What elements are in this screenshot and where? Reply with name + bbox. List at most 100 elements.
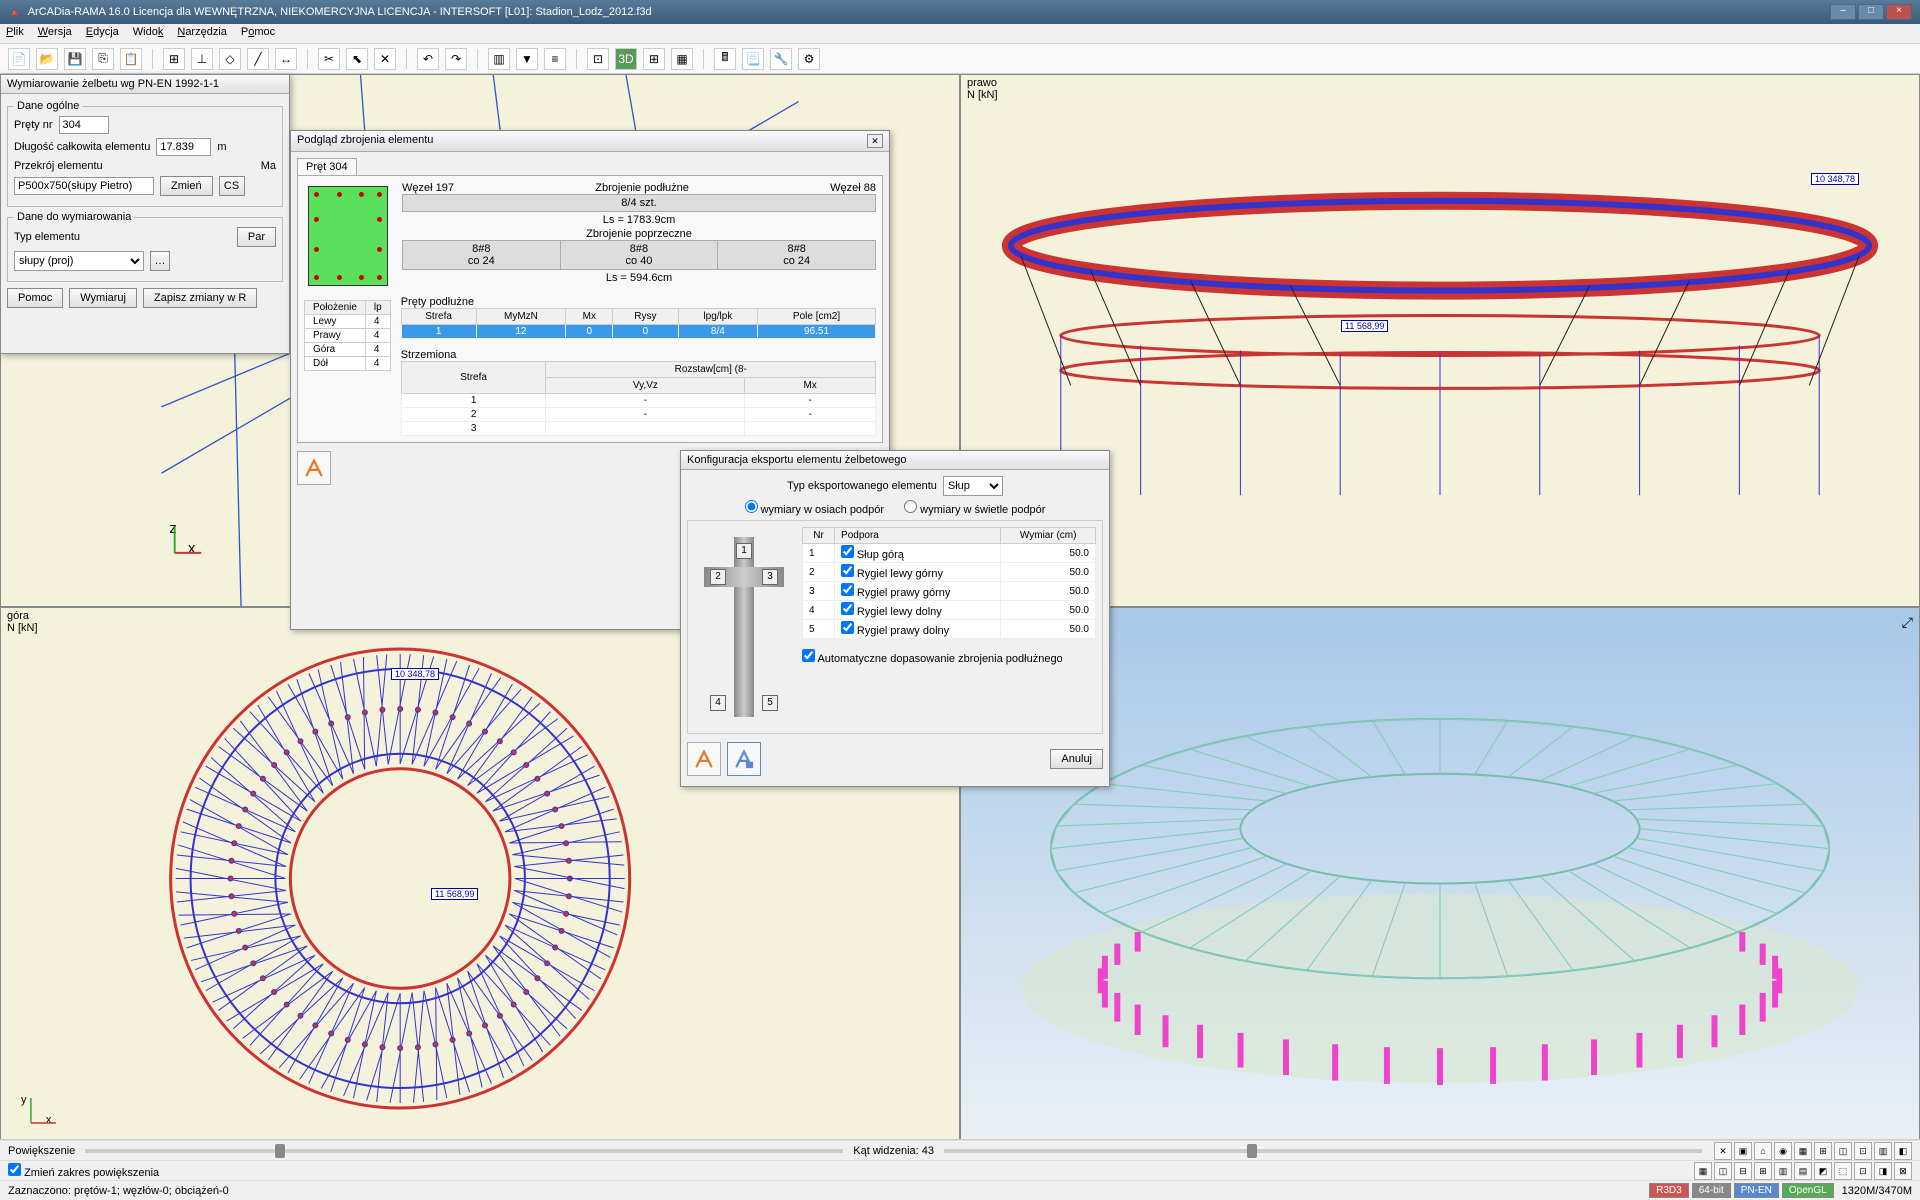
3d-icon[interactable]: 3D — [615, 48, 637, 70]
grid-icon[interactable]: ⊞ — [163, 48, 185, 70]
mb9[interactable]: ▥ — [1874, 1142, 1892, 1160]
menu-narzedzia[interactable]: Narzędzia — [177, 26, 227, 41]
radio-osiach[interactable]: wymiary w osiach podpór — [745, 500, 885, 516]
sb3[interactable]: ⊟ — [1734, 1162, 1752, 1180]
mb1[interactable]: ✕ — [1714, 1142, 1732, 1160]
menu-widok[interactable]: Widok — [133, 26, 164, 41]
minimize-button[interactable]: – — [1830, 4, 1856, 20]
delete-icon[interactable]: ✕ — [374, 48, 396, 70]
angle-slider[interactable] — [944, 1149, 1702, 1153]
przekroj-field[interactable] — [14, 177, 154, 195]
badge-opengl: OpenGL — [1782, 1183, 1834, 1198]
menu-edycja[interactable]: Edycja — [86, 26, 119, 41]
podluzne-label: Zbrojenie podłużne — [595, 182, 689, 194]
support-table[interactable]: NrPodporaWymiar (cm) 1 Słup górą50.0 2 R… — [802, 527, 1096, 639]
mb3[interactable]: ⌂ — [1754, 1142, 1772, 1160]
wrench-icon[interactable]: 🔧 — [770, 48, 792, 70]
menu-pomoc[interactable]: Pomoc — [241, 26, 275, 41]
wymiaruj-button[interactable]: Wymiaruj — [69, 288, 137, 308]
auto-checkbox[interactable]: Automatyczne dopasowanie zbrojenia podłu… — [802, 653, 1063, 665]
preview-close-icon[interactable]: ✕ — [867, 134, 883, 148]
report-icon[interactable]: ▦ — [671, 48, 693, 70]
zoom-slider[interactable] — [85, 1149, 843, 1153]
mb10[interactable]: ◧ — [1894, 1142, 1912, 1160]
sb8[interactable]: ⬚ — [1834, 1162, 1852, 1180]
menu-plik[interactable]: Plik — [6, 26, 24, 41]
cs-button[interactable]: CS — [219, 176, 245, 196]
rebar-data-table[interactable]: StrefaMyMzNMxRysylpg/lpkPole [cm2] 11200… — [401, 308, 876, 339]
radio-swietle[interactable]: wymiary w świetle podpór — [904, 500, 1045, 516]
sb1[interactable]: ▦ — [1694, 1162, 1712, 1180]
par-button[interactable]: Par — [237, 227, 276, 247]
ls1: Ls = 1783.9cm — [402, 212, 876, 228]
export-save-icon[interactable] — [727, 742, 761, 776]
mb2[interactable]: ▣ — [1734, 1142, 1752, 1160]
zmien-button[interactable]: Zmień — [160, 176, 213, 196]
sb9[interactable]: ⊡ — [1854, 1162, 1872, 1180]
mb6[interactable]: ⊞ — [1814, 1142, 1832, 1160]
app-icon[interactable] — [297, 451, 331, 485]
dim-panel-title: Wymiarowanie żelbetu wg PN-EN 1992-1-1 — [7, 78, 219, 90]
window-title: ArCADia-RAMA 16.0 Licencja dla WEWNĘTRZN… — [28, 6, 652, 18]
export-type-combo[interactable]: Słup — [943, 476, 1003, 496]
table-icon[interactable]: ⊡ — [587, 48, 609, 70]
mb7[interactable]: ◫ — [1834, 1142, 1852, 1160]
open-icon[interactable]: 📂 — [36, 48, 58, 70]
svg-text:y: y — [21, 1094, 27, 1106]
statusbar: Powiększenie Kąt widzenia: 43 ✕▣ ⌂◉ ▦⊞ ◫… — [0, 1139, 1920, 1200]
prety-nr-field[interactable] — [59, 116, 109, 134]
select-icon[interactable]: ⬉ — [346, 48, 368, 70]
save-icon[interactable]: 💾 — [64, 48, 86, 70]
sb7[interactable]: ◩ — [1814, 1162, 1832, 1180]
zapisz-button[interactable]: Zapisz zmiany w R — [143, 288, 257, 308]
mb4[interactable]: ◉ — [1774, 1142, 1792, 1160]
wezel-r: Węzeł 88 — [830, 182, 876, 194]
sb2[interactable]: ◫ — [1714, 1162, 1732, 1180]
menu-wersja[interactable]: Wersja — [38, 26, 72, 41]
new-icon[interactable]: 📄 — [8, 48, 30, 70]
copy-icon[interactable]: ⎘ — [92, 48, 114, 70]
doc-icon[interactable]: 📃 — [742, 48, 764, 70]
vp-bl-unit: N [kN] — [7, 622, 38, 634]
sb4[interactable]: ⊞ — [1754, 1162, 1772, 1180]
dlugosc-label: Długość całkowita elementu — [14, 141, 150, 153]
redo-icon[interactable]: ↷ — [445, 48, 467, 70]
tab-pret[interactable]: Pręt 304 — [297, 158, 357, 175]
filter-icon[interactable]: ▼ — [516, 48, 538, 70]
pomoc-button[interactable]: Pomoc — [7, 288, 63, 308]
cut-icon[interactable]: ✂ — [318, 48, 340, 70]
calc-icon[interactable]: ⊞ — [643, 48, 665, 70]
typ-extra-button[interactable]: … — [150, 251, 170, 271]
layers-icon[interactable]: ≡ — [544, 48, 566, 70]
maximize-button[interactable]: □ — [1858, 4, 1884, 20]
typ-label: Typ elementu — [14, 231, 80, 243]
mb8[interactable]: ⊡ — [1854, 1142, 1872, 1160]
expand-icon[interactable]: ⤢ — [1902, 614, 1913, 631]
titlebar: 🔺 ArCADia-RAMA 16.0 Licencja dla WEWNĘTR… — [0, 0, 1920, 24]
sb6[interactable]: ▤ — [1794, 1162, 1812, 1180]
bars-icon[interactable]: ▥ — [488, 48, 510, 70]
dane-do-legend: Dane do wymiarowania — [14, 211, 134, 223]
typ-combo[interactable]: słupy (proj) — [14, 251, 144, 271]
mb5[interactable]: ▦ — [1794, 1142, 1812, 1160]
paste-icon[interactable]: 📋 — [120, 48, 142, 70]
snap-icon[interactable]: ◇ — [219, 48, 241, 70]
dlugosc-field[interactable] — [156, 138, 211, 156]
zmien-checkbox[interactable]: Zmień zakres powiększenia — [8, 1163, 159, 1179]
anuluj-button[interactable]: Anuluj — [1050, 749, 1103, 769]
dim-icon[interactable]: ↔ — [275, 48, 297, 70]
calculator-icon[interactable]: 🖩 — [714, 48, 736, 70]
undo-icon[interactable]: ↶ — [417, 48, 439, 70]
badge-pnen: PN-EN — [1734, 1183, 1779, 1198]
sb5[interactable]: ▥ — [1774, 1162, 1792, 1180]
axes-icon[interactable]: ⊥ — [191, 48, 213, 70]
line-icon[interactable]: ╱ — [247, 48, 269, 70]
sb11[interactable]: ⊠ — [1894, 1162, 1912, 1180]
close-button[interactable]: × — [1886, 4, 1912, 20]
stirrup-table[interactable]: StrefaRozstaw[cm] (8- Vy,VzMx 1-- 2-- 3 — [401, 361, 876, 436]
szt: 8/4 szt. — [403, 195, 876, 212]
sb10[interactable]: ◨ — [1874, 1162, 1892, 1180]
settings-icon[interactable]: ⚙ — [798, 48, 820, 70]
svg-text:x: x — [188, 541, 196, 557]
export-app-icon[interactable] — [687, 742, 721, 776]
